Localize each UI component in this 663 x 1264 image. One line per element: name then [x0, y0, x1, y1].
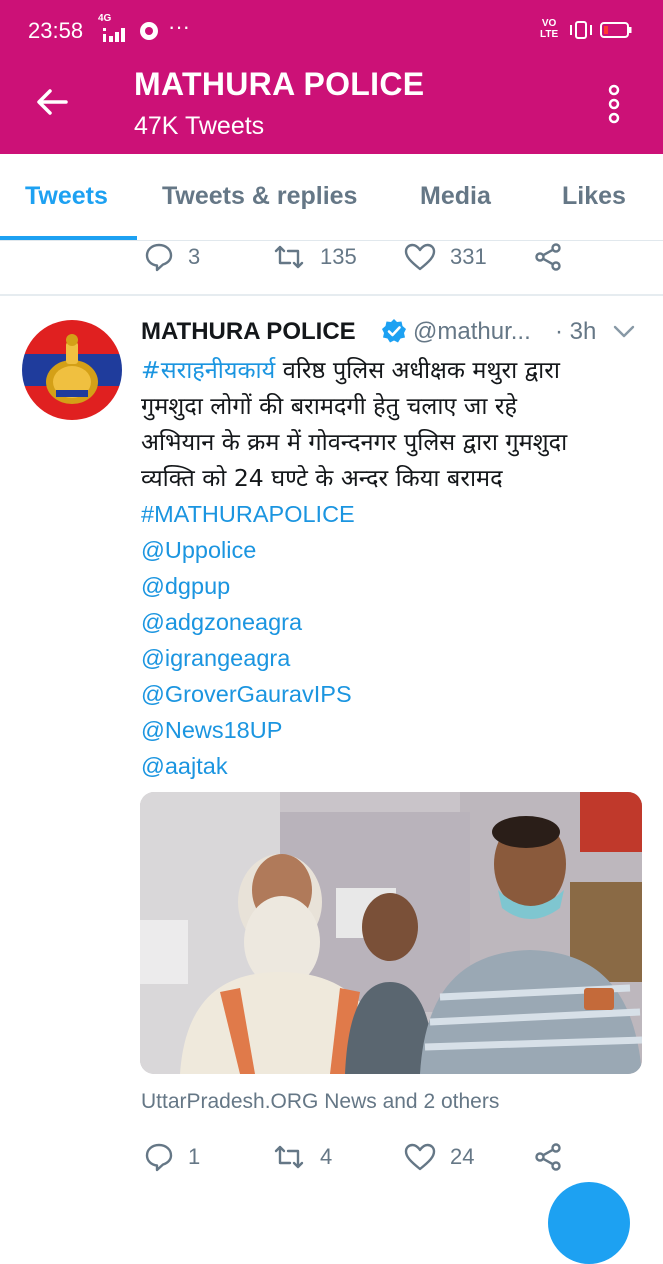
media-tag-caption[interactable]: UttarPradesh.ORG News and 2 others [141, 1090, 499, 1114]
like-count: 24 [450, 1144, 475, 1169]
reply-icon [145, 243, 173, 272]
share-button[interactable] [533, 242, 563, 272]
share-icon [535, 243, 561, 271]
mention-link[interactable]: @GroverGauravIPS [141, 676, 651, 712]
app-notification-icon [140, 22, 158, 40]
mention-link[interactable]: @dgpup [141, 568, 651, 604]
retweet-button[interactable]: 4 [272, 1142, 332, 1172]
tweet-photo[interactable] [140, 792, 642, 1074]
tweet-text-line: वरिष्ठ पुलिस अधीक्षक मथुरा द्वारा [275, 356, 560, 384]
active-tab-indicator [0, 236, 137, 240]
network-type: 4G [98, 13, 112, 24]
reply-count: 3 [188, 244, 201, 269]
like-count: 331 [450, 244, 487, 269]
share-button[interactable] [533, 1142, 563, 1172]
tweet-text-line: अभियान के क्रम में गोवन्दनगर पुलिस द्वार… [141, 428, 568, 456]
tweet-text-line: गुमशुदा लोगों की बरामदगी हेतु चलाए जा रह… [141, 392, 517, 420]
tweet-handle[interactable]: @mathur... [413, 318, 531, 346]
profile-app-bar: MATHURA POLICE 47K Tweets [0, 62, 663, 154]
reply-button[interactable]: 3 [144, 242, 200, 272]
tweet-divider [0, 294, 663, 296]
tweet-author-name[interactable]: MATHURA POLICE [141, 318, 356, 346]
battery-icon [600, 22, 632, 38]
mention-link[interactable]: @aajtak [141, 748, 651, 784]
volte-icon: VO LTE [540, 18, 558, 40]
hashtag-link[interactable]: #MATHURAPOLICE [141, 496, 651, 532]
retweet-button[interactable]: 135 [272, 242, 357, 272]
tab-tweets[interactable]: Tweets [25, 182, 108, 211]
retweet-count: 135 [320, 244, 357, 269]
signal-icon [103, 28, 125, 42]
tab-tweets-replies[interactable]: Tweets & replies [162, 182, 357, 211]
prev-tweet-actions: 3 135 331 [0, 242, 663, 282]
reply-icon [145, 1143, 173, 1172]
profile-title: MATHURA POLICE [134, 66, 425, 102]
tweet-menu-chevron-icon[interactable] [613, 324, 635, 340]
verified-badge-icon [382, 319, 406, 343]
volte-top: VO [541, 18, 557, 29]
mention-link[interactable]: @igrangeagra [141, 640, 651, 676]
reply-button[interactable]: 1 [144, 1142, 200, 1172]
tab-media[interactable]: Media [420, 182, 491, 211]
reply-count: 1 [188, 1144, 201, 1169]
time-separator: · [555, 318, 563, 345]
tweet-time: · 3h [555, 318, 596, 346]
status-time: 23:58 [28, 18, 84, 43]
tab-likes[interactable]: Likes [562, 182, 626, 211]
retweet-count: 4 [320, 1144, 333, 1169]
retweet-icon [274, 1145, 304, 1169]
share-icon [535, 1143, 561, 1171]
profile-avatar[interactable] [22, 320, 122, 420]
retweet-icon [274, 245, 304, 269]
back-arrow-icon[interactable] [34, 84, 70, 120]
overflow-menu-icon[interactable] [604, 84, 624, 124]
tweet-text-line: व्यक्ति को 24 घण्टे के अन्दर किया बरामद [141, 464, 503, 492]
more-notifications-icon: ··· [168, 14, 190, 39]
tweet-count: 47K Tweets [134, 112, 265, 140]
heart-icon [404, 1143, 436, 1171]
heart-icon [404, 243, 436, 271]
like-button[interactable]: 331 [404, 242, 487, 272]
tweet-timestamp: 3h [569, 318, 597, 345]
tweet-actions: 1 4 24 [0, 1142, 663, 1182]
status-bar: 23:58 4G ··· VO LTE [0, 0, 663, 62]
tweet-text: #सराहनीयकार्य वरिष्ठ पुलिस अधीक्षक मथुरा… [141, 352, 651, 784]
profile-tabs: Tweets Tweets & replies Media Likes [0, 154, 663, 241]
vibrate-icon [570, 21, 592, 39]
tweet-line-1: #सराहनीयकार्य वरिष्ठ पुलिस अधीक्षक मथुरा… [141, 352, 651, 388]
mention-link[interactable]: @adgzoneagra [141, 604, 651, 640]
compose-tweet-button[interactable] [548, 1182, 630, 1264]
like-button[interactable]: 24 [404, 1142, 474, 1172]
hashtag-link[interactable]: #सराहनीयकार्य [141, 356, 275, 384]
mention-link[interactable]: @News18UP [141, 712, 651, 748]
volte-bottom: LTE [540, 29, 559, 40]
mention-link[interactable]: @Uppolice [141, 532, 651, 568]
